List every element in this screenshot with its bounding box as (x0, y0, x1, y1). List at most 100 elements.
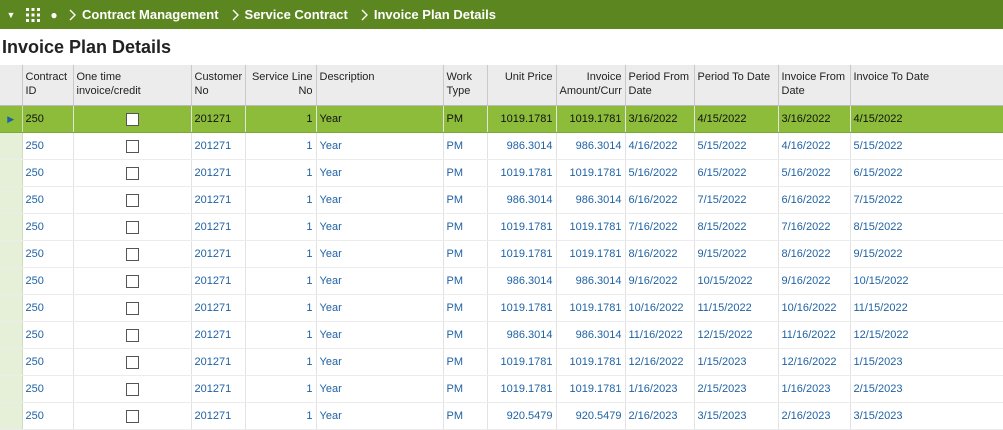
table-row[interactable]: 250 201271 1 Year PM 920.5479 920.5479 2/16/202… (0, 402, 1003, 430)
cell-invoice-from[interactable]: 10/16/2022 (778, 294, 851, 322)
cell-service-line[interactable]: 1 (245, 213, 317, 241)
row-selector[interactable] (0, 402, 23, 430)
cell-period-to[interactable]: 7/15/2022 (694, 186, 779, 214)
column-header-contract-id[interactable]: Contract ID (22, 65, 74, 106)
cell-customer-no[interactable]: 201271 (191, 132, 246, 160)
one-time-checkbox[interactable] (125, 355, 139, 369)
row-selector[interactable] (0, 375, 23, 403)
cell-invoice-amount[interactable]: 1019.1781 (556, 375, 626, 403)
cell-service-line[interactable]: 1 (245, 132, 317, 160)
cell-customer-no[interactable]: 201271 (191, 159, 246, 187)
cell-invoice-to[interactable]: 2/15/2023 (850, 375, 1003, 403)
cell-invoice-amount[interactable]: 1019.1781 (556, 159, 626, 187)
cell-invoice-to[interactable]: 11/15/2022 (850, 294, 1003, 322)
cell-invoice-to[interactable]: 4/15/2022 (850, 105, 1003, 133)
table-row[interactable]: 250 201271 1 Year PM 986.3014 986.3014 11/16/20… (0, 321, 1003, 349)
cell-service-line[interactable]: 1 (245, 375, 317, 403)
cell-contract-id[interactable]: 250 (22, 321, 74, 349)
cell-period-to[interactable]: 6/15/2022 (694, 159, 779, 187)
row-selector[interactable] (0, 186, 23, 214)
cell-contract-id[interactable]: 250 (22, 213, 74, 241)
cell-description[interactable]: Year (316, 240, 444, 268)
cell-invoice-from[interactable]: 11/16/2022 (778, 321, 851, 349)
cell-customer-no[interactable]: 201271 (191, 402, 246, 430)
cell-period-from[interactable]: 10/16/2022 (625, 294, 695, 322)
cell-description[interactable]: Year (316, 213, 444, 241)
row-selector[interactable] (0, 321, 23, 349)
cell-customer-no[interactable]: 201271 (191, 294, 246, 322)
cell-work-type[interactable]: PM (443, 321, 488, 349)
cell-period-from[interactable]: 9/16/2022 (625, 267, 695, 295)
one-time-checkbox[interactable] (125, 409, 139, 423)
cell-invoice-from[interactable]: 12/16/2022 (778, 348, 851, 376)
cell-unit-price[interactable]: 1019.1781 (487, 240, 557, 268)
cell-invoice-to[interactable]: 10/15/2022 (850, 267, 1003, 295)
cell-invoice-to[interactable]: 9/15/2022 (850, 240, 1003, 268)
cell-service-line[interactable]: 1 (245, 186, 317, 214)
table-row[interactable]: 250 201271 1 Year PM 1019.1781 1019.1781 12/16/… (0, 348, 1003, 376)
row-selector[interactable]: ▶ (0, 105, 23, 133)
cell-service-line[interactable]: 1 (245, 294, 317, 322)
one-time-checkbox[interactable] (125, 274, 139, 288)
cell-contract-id[interactable]: 250 (22, 375, 74, 403)
breadcrumb-invoice-plan-details[interactable]: Invoice Plan Details (374, 0, 504, 29)
cell-service-line[interactable]: 1 (245, 267, 317, 295)
table-row[interactable]: 250 201271 1 Year PM 986.3014 986.3014 6/16/202… (0, 186, 1003, 214)
cell-unit-price[interactable]: 986.3014 (487, 132, 557, 160)
one-time-checkbox[interactable] (125, 166, 139, 180)
cell-customer-no[interactable]: 201271 (191, 105, 246, 133)
cell-invoice-from[interactable]: 6/16/2022 (778, 186, 851, 214)
cell-period-from[interactable]: 8/16/2022 (625, 240, 695, 268)
cell-service-line[interactable]: 1 (245, 240, 317, 268)
cell-period-to[interactable]: 1/15/2023 (694, 348, 779, 376)
cell-period-from[interactable]: 7/16/2022 (625, 213, 695, 241)
row-selector[interactable] (0, 132, 23, 160)
column-header-service-line[interactable]: Service Line No (245, 65, 317, 106)
column-header-customer-no[interactable]: Customer No (191, 65, 246, 106)
column-header-unit-price[interactable]: Unit Price (487, 65, 557, 106)
cell-period-from[interactable]: 3/16/2022 (625, 105, 695, 133)
row-selector[interactable] (0, 267, 23, 295)
cell-contract-id[interactable]: 250 (22, 240, 74, 268)
cell-period-to[interactable]: 11/15/2022 (694, 294, 779, 322)
one-time-checkbox[interactable] (125, 328, 139, 342)
cell-invoice-to[interactable]: 5/15/2022 (850, 132, 1003, 160)
cell-contract-id[interactable]: 250 (22, 267, 74, 295)
one-time-checkbox[interactable] (125, 112, 139, 126)
cell-invoice-from[interactable]: 2/16/2023 (778, 402, 851, 430)
cell-customer-no[interactable]: 201271 (191, 186, 246, 214)
column-header-period-from[interactable]: Period From Date (625, 65, 695, 106)
cell-customer-no[interactable]: 201271 (191, 348, 246, 376)
one-time-checkbox[interactable] (125, 220, 139, 234)
cell-unit-price[interactable]: 1019.1781 (487, 159, 557, 187)
cell-work-type[interactable]: PM (443, 375, 488, 403)
cell-description[interactable]: Year (316, 294, 444, 322)
cell-invoice-from[interactable]: 9/16/2022 (778, 267, 851, 295)
row-selector[interactable] (0, 240, 23, 268)
cell-invoice-from[interactable]: 4/16/2022 (778, 132, 851, 160)
cell-customer-no[interactable]: 201271 (191, 240, 246, 268)
cell-invoice-to[interactable]: 7/15/2022 (850, 186, 1003, 214)
dot-icon[interactable]: ● (44, 0, 64, 29)
cell-invoice-to[interactable]: 6/15/2022 (850, 159, 1003, 187)
table-row[interactable]: 250 201271 1 Year PM 1019.1781 1019.1781 5/16/2… (0, 159, 1003, 187)
cell-description[interactable]: Year (316, 267, 444, 295)
row-selector[interactable] (0, 294, 23, 322)
table-row[interactable]: 250 201271 1 Year PM 986.3014 986.3014 9/16/202… (0, 267, 1003, 295)
cell-invoice-amount[interactable]: 986.3014 (556, 267, 626, 295)
cell-description[interactable]: Year (316, 375, 444, 403)
cell-invoice-amount[interactable]: 1019.1781 (556, 294, 626, 322)
cell-contract-id[interactable]: 250 (22, 348, 74, 376)
cell-period-to[interactable]: 10/15/2022 (694, 267, 779, 295)
cell-invoice-amount[interactable]: 986.3014 (556, 186, 626, 214)
cell-work-type[interactable]: PM (443, 294, 488, 322)
cell-customer-no[interactable]: 201271 (191, 267, 246, 295)
cell-invoice-amount[interactable]: 920.5479 (556, 402, 626, 430)
cell-work-type[interactable]: PM (443, 348, 488, 376)
cell-contract-id[interactable]: 250 (22, 132, 74, 160)
cell-invoice-from[interactable]: 1/16/2023 (778, 375, 851, 403)
cell-period-to[interactable]: 9/15/2022 (694, 240, 779, 268)
cell-invoice-amount[interactable]: 1019.1781 (556, 348, 626, 376)
cell-invoice-from[interactable]: 8/16/2022 (778, 240, 851, 268)
cell-invoice-amount[interactable]: 1019.1781 (556, 105, 626, 133)
